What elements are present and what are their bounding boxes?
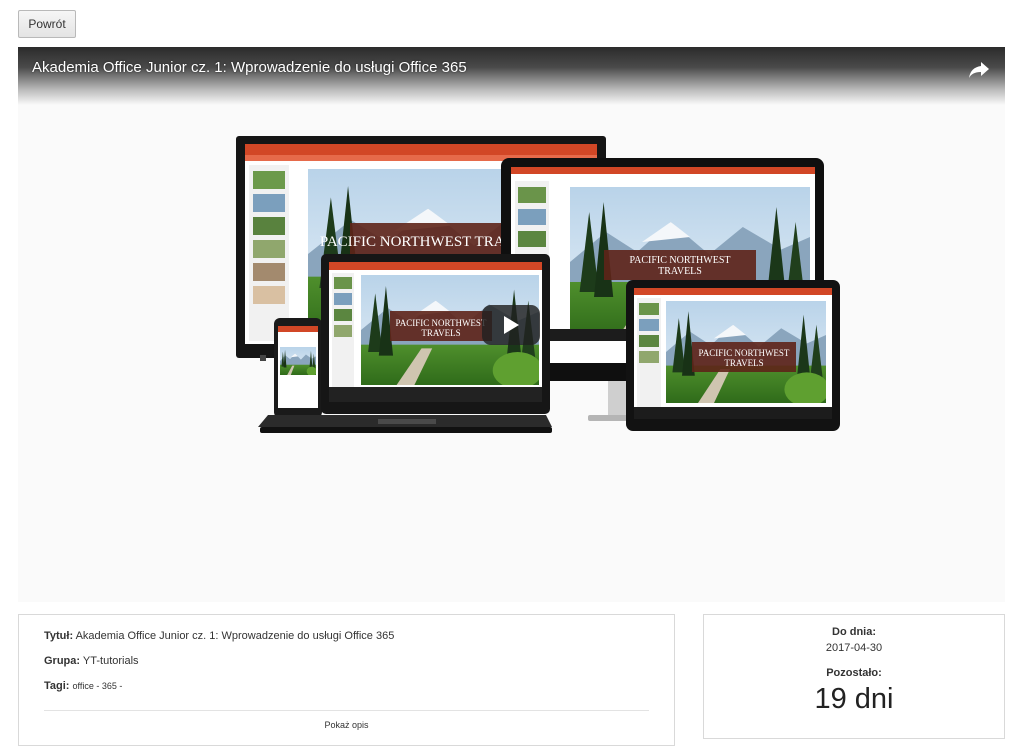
details-tags-row: Tagi: office - 365 - [44, 680, 122, 692]
remaining-label: Pozostało: [826, 667, 882, 679]
svg-text:TRAVELS: TRAVELS [658, 266, 702, 277]
title-label: Tytuł: [44, 630, 74, 642]
svg-text:PACIFIC NORTHWEST: PACIFIC NORTHWEST [630, 255, 731, 266]
tags-value: office - 365 - [72, 681, 123, 691]
svg-text:PACIFIC NORTHWEST: PACIFIC NORTHWEST [699, 348, 790, 358]
title-value: Akademia Office Junior cz. 1: Wprowadzen… [75, 630, 395, 642]
group-value: YT-tutorials [82, 655, 139, 667]
video-player[interactable]: PACIFIC NORTHWEST TRAVELS PACIFIC NORTHW… [18, 47, 1005, 602]
until-date: 2017-04-30 [825, 642, 883, 654]
show-description-link[interactable]: Pokaż opis [19, 720, 674, 730]
share-icon[interactable] [967, 57, 991, 81]
details-title-row: Tytuł: Akademia Office Junior cz. 1: Wpr… [44, 630, 394, 642]
play-button[interactable] [482, 305, 540, 345]
video-title[interactable]: Akademia Office Junior cz. 1: Wprowadzen… [32, 59, 467, 76]
video-details-panel: Tytuł: Akademia Office Junior cz. 1: Wpr… [18, 614, 675, 746]
details-group-row: Grupa: YT-tutorials [44, 655, 139, 667]
svg-text:TRAVELS: TRAVELS [724, 358, 763, 368]
back-button[interactable]: Powrót [18, 10, 76, 38]
remaining-days: 19 dni [814, 683, 894, 715]
group-label: Grupa: [44, 655, 81, 667]
svg-text:PACIFIC NORTHWEST: PACIFIC NORTHWEST [396, 318, 487, 328]
player-title-bar: Akademia Office Junior cz. 1: Wprowadzen… [18, 47, 1005, 105]
deadline-panel: Do dnia: 2017-04-30 Pozostało: 19 dni [703, 614, 1005, 739]
svg-text:TRAVELS: TRAVELS [421, 328, 460, 338]
until-label: Do dnia: [832, 626, 876, 638]
divider [44, 710, 649, 711]
tags-label: Tagi: [44, 680, 70, 692]
play-icon [504, 316, 519, 334]
